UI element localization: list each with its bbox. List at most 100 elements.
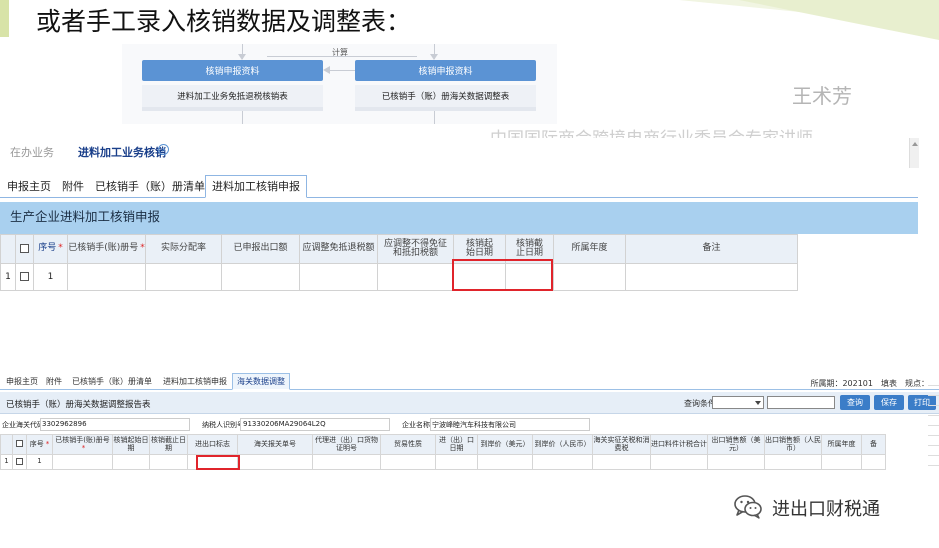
period-label: 所属期：202101 填表 规点： xyxy=(810,379,929,388)
subtab-home[interactable]: 申报主页 xyxy=(6,376,38,387)
column-header: 到岸价（美元） xyxy=(477,434,533,455)
customs-adjust-table: 序号 * 已核销手(账)册号* 核销起始日期 核销截止日期 进出口标志 海关报关单… xyxy=(0,434,886,470)
subtab-home[interactable]: 申报主页 xyxy=(7,178,51,194)
scrollbar[interactable] xyxy=(909,138,919,168)
customs-code-label: 企业海关代码 xyxy=(2,421,44,429)
flow-connector xyxy=(242,111,243,124)
column-header: 出口销售额（美元） xyxy=(707,434,765,455)
subtab-verified-manual-list[interactable]: 已核销手（账）册清单 xyxy=(95,178,205,194)
query-input[interactable] xyxy=(767,396,835,409)
select-all-cell xyxy=(12,434,27,455)
end-date-cell[interactable] xyxy=(149,454,188,470)
slide-accent-bar xyxy=(0,0,9,37)
manual-no-cell[interactable] xyxy=(52,454,113,470)
column-header: 进（出）口日期 xyxy=(435,434,478,455)
manual-no-cell[interactable] xyxy=(67,263,146,291)
flow-connector xyxy=(330,70,355,71)
column-header: 所属年度 xyxy=(821,434,862,455)
remark-cell[interactable] xyxy=(861,454,886,470)
column-header: 到岸价（人民币） xyxy=(532,434,593,455)
customs-code-value: 3302962896 xyxy=(42,420,87,428)
column-header: 序号 * xyxy=(33,234,68,264)
column-header: 进口料件计税合计 xyxy=(650,434,708,455)
declaration-table: 序号 * 已核销手(账)册号 * 实际分配率 已申报出口额 应调整免抵退税额 应调整… xyxy=(0,234,798,291)
brand-name: 进出口财税通 xyxy=(772,499,880,520)
declaration-no-cell[interactable] xyxy=(237,454,313,470)
side-scroll[interactable] xyxy=(928,376,939,476)
refund-adjust-cell[interactable] xyxy=(299,263,378,291)
row-number: 1 xyxy=(0,454,13,470)
column-header: 核销起始日期 xyxy=(112,434,150,455)
subtab-attachment[interactable]: 附件 xyxy=(62,178,84,194)
subtab-customs-adjust[interactable]: 海关数据调整 xyxy=(232,373,290,390)
close-tab-icon[interactable]: × xyxy=(158,144,169,155)
flow-right-header: 核销申报资料 xyxy=(355,60,536,81)
arrow-left-icon xyxy=(323,66,330,74)
allocation-rate-cell[interactable] xyxy=(145,263,222,291)
query-select[interactable] xyxy=(712,396,764,409)
sub-tabs-2: 申报主页 附件 已核销手（账）册清单 进料加工核销申报 海关数据调整 所属期：2… xyxy=(0,370,939,390)
export-amount-cell[interactable] xyxy=(221,263,300,291)
column-header: 海关实征关税和消费税 xyxy=(592,434,651,455)
subtab-attachment[interactable]: 附件 xyxy=(46,376,62,387)
table-row: 1 1 xyxy=(0,454,886,470)
row-number-header xyxy=(0,434,13,455)
row-number-header xyxy=(0,234,16,264)
column-header: 实际分配率 xyxy=(145,234,222,264)
export-rmb-cell[interactable] xyxy=(764,454,822,470)
tab-in-progress[interactable]: 在办业务 xyxy=(10,144,54,160)
seq-cell: 1 xyxy=(33,263,68,291)
column-header: 出口销售额（人民币） xyxy=(764,434,822,455)
company-name-value: 宁波峰睦汽车科技有限公司 xyxy=(432,421,516,429)
column-header: 核销截止日期 xyxy=(149,434,188,455)
export-usd-cell[interactable] xyxy=(707,454,765,470)
sub-tabs: 申报主页 附件 已核销手（账）册清单 进料加工核销申报 xyxy=(0,174,918,198)
table-row: 1 1 xyxy=(0,263,798,291)
customs-tax-cell[interactable] xyxy=(592,454,651,470)
query-button[interactable]: 查询 xyxy=(840,395,870,410)
tax-id-value: 91330206MA29064L2Q xyxy=(243,420,326,428)
subtab-processing-declaration[interactable]: 进料加工核销申报 xyxy=(205,175,307,198)
column-header: 所属年度 xyxy=(553,234,626,264)
row-number: 1 xyxy=(0,263,16,291)
agent-cert-cell[interactable] xyxy=(312,454,381,470)
ie-date-cell[interactable] xyxy=(435,454,478,470)
remark-cell[interactable] xyxy=(625,263,798,291)
column-header: 海关报关单号 xyxy=(237,434,313,455)
table-header-row: 序号 * 已核销手(账)册号 * 实际分配率 已申报出口额 应调整免抵退税额 应调整… xyxy=(0,234,798,264)
company-info-bar: 企业海关代码 3302962896 纳税人识别号 91330206MA29064… xyxy=(0,416,939,433)
report-toolbar: 已核销手（账）册海关数据调整报告表 查询条件 查询 保存 打印 xyxy=(0,392,939,414)
flow-connector xyxy=(434,111,435,124)
row-select-cell xyxy=(12,454,27,470)
row-select-cell xyxy=(15,263,34,291)
column-header: 进出口标志 xyxy=(187,434,238,455)
subtab-processing-declaration[interactable]: 进料加工核销申报 xyxy=(163,376,227,387)
flow-left-header: 核销申报资料 xyxy=(142,60,323,81)
report-title: 已核销手（账）册海关数据调整报告表 xyxy=(6,400,151,410)
slide-title: 或者手工录入核销数据及调整表： xyxy=(36,7,412,36)
start-date-cell[interactable] xyxy=(112,454,150,470)
subtab-verified-manual-list[interactable]: 已核销手（账）册清单 xyxy=(72,376,152,387)
column-header: 已核销手(账)册号* xyxy=(52,434,113,455)
cif-usd-cell[interactable] xyxy=(477,454,533,470)
flow-arrow-label: 计算 xyxy=(332,48,348,57)
year-cell[interactable] xyxy=(553,263,626,291)
flow-right-item: 已核销手（账）册海关数据调整表 xyxy=(355,85,536,111)
highlight-box-dates xyxy=(452,259,553,291)
column-header: 备 xyxy=(861,434,886,455)
row-checkbox[interactable] xyxy=(20,272,29,281)
cif-rmb-cell[interactable] xyxy=(532,454,593,470)
import-material-cell[interactable] xyxy=(650,454,708,470)
select-all-cell xyxy=(15,234,34,264)
flow-left-item: 进料加工业务免抵退税核销表 xyxy=(142,85,323,111)
row-checkbox[interactable] xyxy=(16,457,23,465)
year-cell[interactable] xyxy=(821,454,862,470)
select-all-checkbox[interactable] xyxy=(20,243,29,253)
non-exempt-adjust-cell[interactable] xyxy=(377,263,454,291)
tab-processing-verification[interactable]: 进料加工业务核销 xyxy=(78,144,166,160)
trade-type-cell[interactable] xyxy=(380,454,436,470)
save-button[interactable]: 保存 xyxy=(874,395,904,410)
column-header: 已核销手(账)册号* xyxy=(67,234,146,264)
select-all-checkbox[interactable] xyxy=(16,440,23,448)
company-name-label: 企业名称 xyxy=(402,421,430,429)
